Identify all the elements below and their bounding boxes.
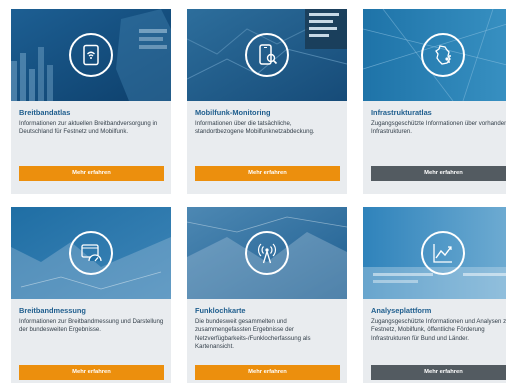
card-title: Breitbandmessung [19,306,86,315]
phone-search-icon [245,33,289,77]
card-breitbandmessung: Breitbandmessung Informationen zur Breit… [11,207,171,383]
card-title: Breitbandatlas [19,108,71,117]
card-hero-image [187,207,347,299]
mehr-erfahren-button[interactable]: Mehr erfahren [195,365,340,380]
card-hero-image [363,9,506,101]
card-description: Die bundesweit gesammelten und zusammeng… [195,318,311,350]
card-breitbandatlas: Breitbandatlas Informationen zur aktuell… [11,9,171,194]
card-description: Zugangsgeschützte Informationen über vor… [371,120,506,136]
card-mobilfunk-monitoring: Mobilfunk-Monitoring Informationen über … [187,9,347,194]
tablet-wifi-icon [69,33,113,77]
germany-map-icon [421,33,465,77]
card-description: Informationen zur Breitbandmessung und D… [19,318,164,334]
card-hero-image [11,207,171,299]
mehr-erfahren-button[interactable]: Mehr erfahren [371,365,506,380]
card-description: Informationen zur aktuellen Breitbandver… [19,120,158,136]
card-description: Informationen über die tatsächliche, sta… [195,120,315,136]
card-title: Funklochkarte [195,306,246,315]
speedometer-icon [69,231,113,275]
card-description: Zugangsgeschützte Informationen und Anal… [371,318,506,342]
card-title: Analyseplattform [371,306,432,315]
mehr-erfahren-button[interactable]: Mehr erfahren [195,166,340,181]
card-hero-image [11,9,171,101]
card-infrastrukturatlas: Infrastrukturatlas Zugangsgeschützte Inf… [363,9,506,194]
card-hero-image [363,207,506,299]
card-title: Mobilfunk-Monitoring [195,108,271,117]
card-funklochkarte: Funklochkarte Die bundesweit gesammelten… [187,207,347,383]
mehr-erfahren-button[interactable]: Mehr erfahren [19,365,164,380]
card-hero-image [187,9,347,101]
card-analyseplattform: Analyseplattform Zugangsgeschützte Infor… [363,207,506,383]
line-chart-icon [421,231,465,275]
mehr-erfahren-button[interactable]: Mehr erfahren [371,166,506,181]
antenna-icon [245,231,289,275]
mehr-erfahren-button[interactable]: Mehr erfahren [19,166,164,181]
card-title: Infrastrukturatlas [371,108,432,117]
